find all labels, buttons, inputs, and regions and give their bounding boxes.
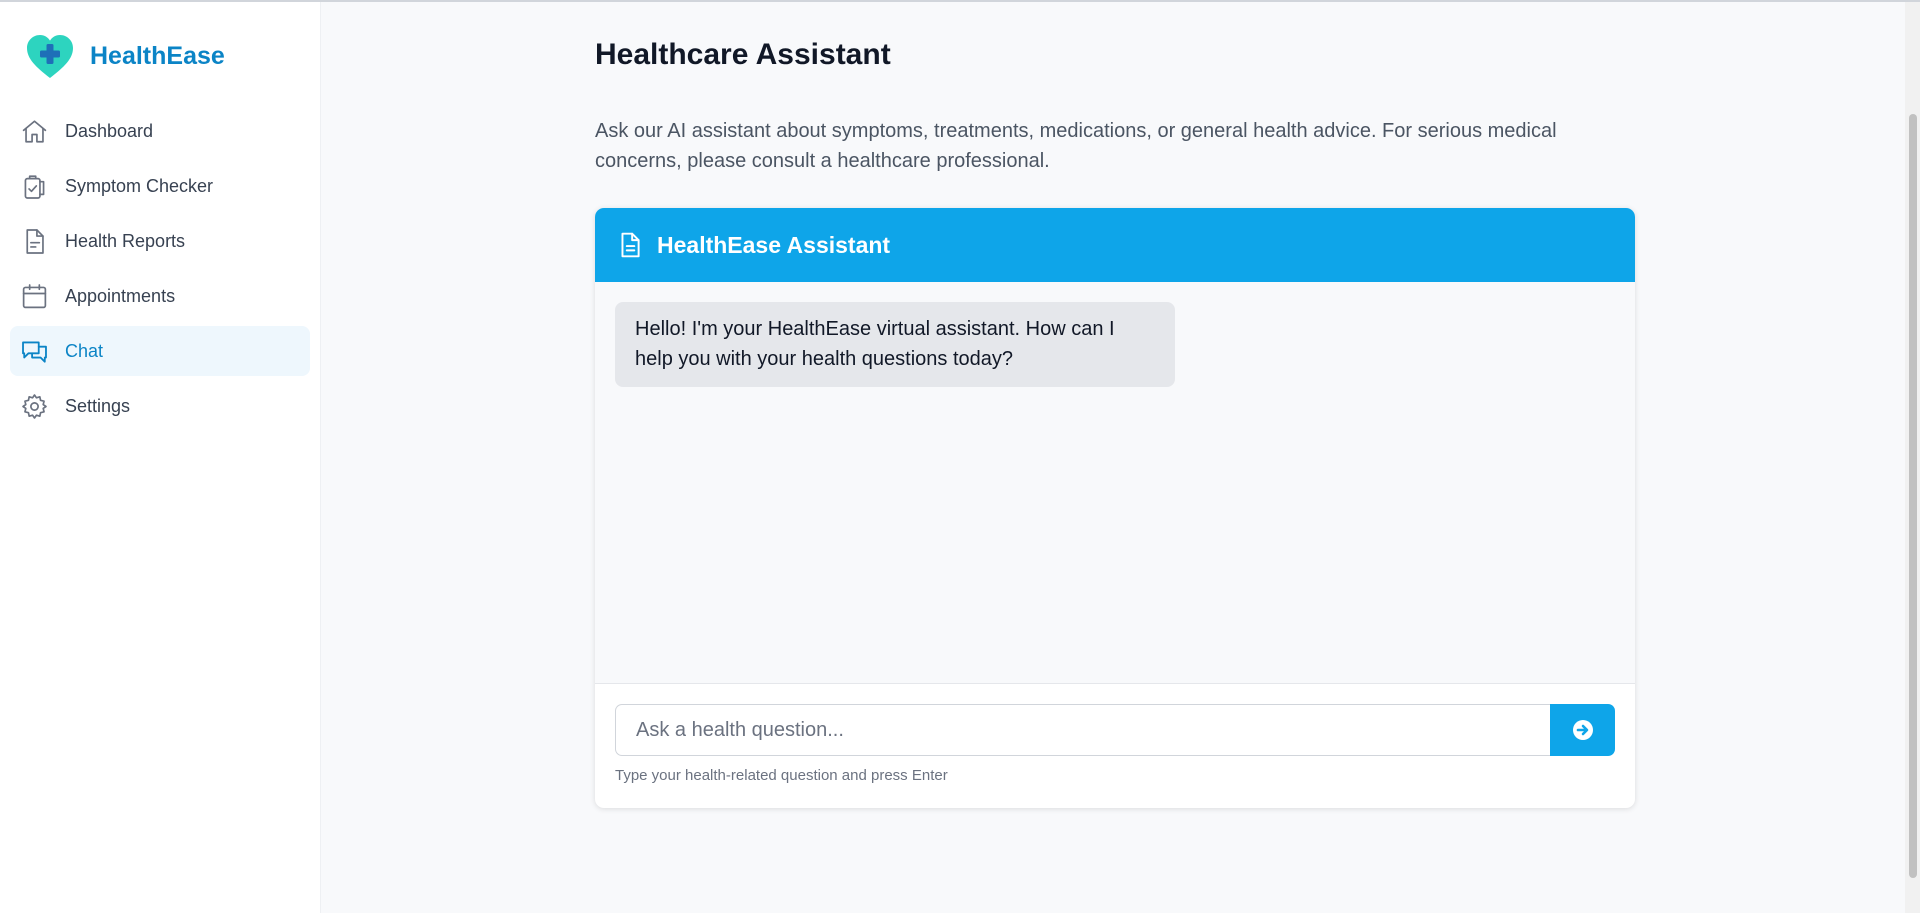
message-list[interactable]: Hello! I'm your HealthEase virtual assis… <box>595 282 1635 684</box>
sidebar: HealthEase Dashboard Symptom Checker Hea… <box>0 2 321 913</box>
sidebar-item-chat[interactable]: Chat <box>10 326 310 376</box>
input-hint: Type your health-related question and pr… <box>615 767 948 784</box>
sidebar-item-symptom-checker[interactable]: Symptom Checker <box>10 161 310 211</box>
chat-bubbles-icon <box>22 341 47 363</box>
sidebar-nav: Dashboard Symptom Checker Health Reports <box>0 106 320 431</box>
gear-icon <box>22 393 47 419</box>
sidebar-item-label: Health Reports <box>65 230 186 251</box>
chat-panel: HealthEase Assistant Hello! I'm your Hea… <box>595 208 1635 808</box>
send-button[interactable] <box>1550 704 1615 756</box>
brand[interactable]: HealthEase <box>0 26 320 86</box>
document-icon <box>621 232 640 258</box>
sidebar-item-health-reports[interactable]: Health Reports <box>10 216 310 266</box>
chat-header: HealthEase Assistant <box>595 208 1635 282</box>
calendar-icon <box>22 283 47 308</box>
document-icon <box>26 228 44 254</box>
chat-input[interactable] <box>615 704 1550 756</box>
chat-title: HealthEase Assistant <box>657 231 891 258</box>
sidebar-item-label: Dashboard <box>65 120 154 141</box>
scrollbar-thumb[interactable] <box>1909 114 1917 878</box>
sidebar-item-label: Symptom Checker <box>65 175 214 196</box>
sidebar-item-dashboard[interactable]: Dashboard <box>10 106 310 156</box>
page-title: Healthcare Assistant <box>595 38 891 71</box>
page-scrollbar[interactable] <box>1905 2 1920 913</box>
arrow-right-circle-icon <box>1572 720 1593 740</box>
sidebar-item-settings[interactable]: Settings <box>10 381 310 431</box>
clipboard-check-icon <box>24 174 45 199</box>
page-intro: Ask our AI assistant about symptoms, tre… <box>595 120 1557 172</box>
input-row <box>615 704 1615 756</box>
home-icon <box>22 119 47 143</box>
sidebar-item-label: Appointments <box>65 285 176 306</box>
heart-logo-icon <box>27 35 73 78</box>
assistant-message: Hello! I'm your HealthEase virtual assis… <box>615 302 1175 387</box>
chat-composer: Type your health-related question and pr… <box>595 684 1635 784</box>
sidebar-item-label: Chat <box>65 340 104 361</box>
sidebar-item-appointments[interactable]: Appointments <box>10 271 310 321</box>
brand-name: HealthEase <box>90 41 225 70</box>
sidebar-item-label: Settings <box>65 395 131 416</box>
